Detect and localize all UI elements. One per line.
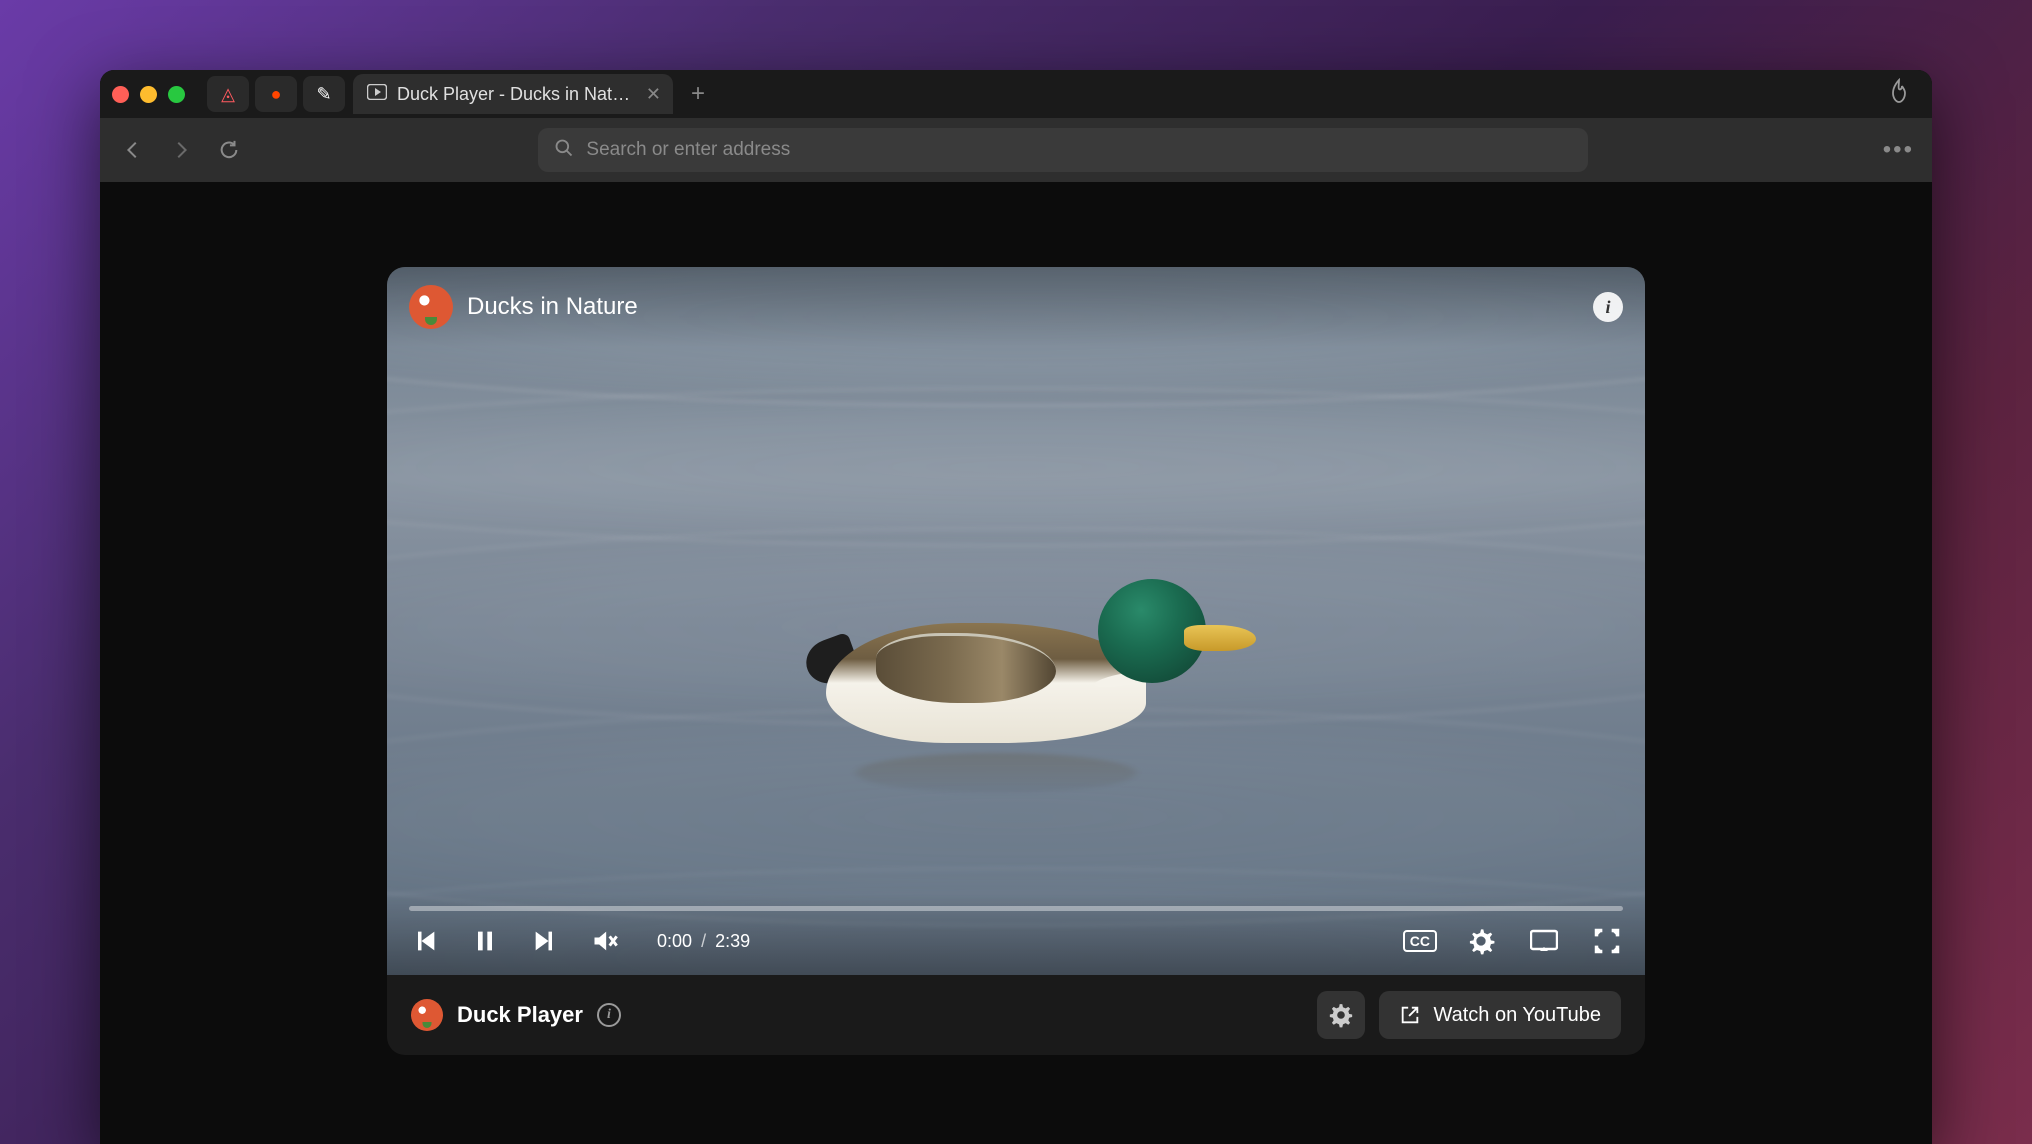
external-link-icon (1399, 1004, 1421, 1026)
play-rect-icon (367, 84, 387, 105)
video-channel[interactable]: Ducks in Nature (409, 285, 638, 329)
player-settings-button[interactable] (1317, 991, 1365, 1039)
traffic-lights (112, 86, 185, 103)
tab-title: Duck Player - Ducks in Nature (397, 84, 636, 105)
water-ripple (387, 387, 1645, 547)
channel-avatar (409, 285, 453, 329)
player-bar: Duck Player i Watch on YouTube (387, 975, 1645, 1055)
mute-button[interactable] (589, 925, 621, 957)
next-button[interactable] (529, 925, 561, 957)
captions-button[interactable]: CC (1403, 930, 1437, 952)
browser-window: ◬ ● ✎ Duck Player - Ducks in Nature ✕ + (100, 70, 1932, 1144)
duckduckgo-logo-icon (411, 999, 443, 1031)
pinned-tab-airbnb[interactable]: ◬ (207, 76, 249, 112)
duck-player: Ducks in Nature i (387, 267, 1645, 1055)
tab-bar: ◬ ● ✎ Duck Player - Ducks in Nature ✕ + (100, 70, 1932, 118)
tab-close-button[interactable]: ✕ (646, 84, 661, 105)
new-tab-button[interactable]: + (683, 79, 713, 109)
back-button[interactable] (118, 135, 148, 165)
fire-button[interactable] (1888, 78, 1910, 111)
pinned-tab-notes[interactable]: ✎ (303, 76, 345, 112)
video-settings-button[interactable] (1465, 925, 1497, 957)
airbnb-icon: ◬ (221, 84, 235, 105)
time-separator: / (701, 931, 706, 951)
address-bar[interactable] (538, 128, 1588, 172)
duration: 2:39 (715, 931, 750, 951)
player-info-button[interactable]: i (597, 1003, 621, 1027)
video-area[interactable]: Ducks in Nature i (387, 267, 1645, 975)
video-controls: 0:00 / 2:39 CC (387, 894, 1645, 975)
pinned-tabs: ◬ ● ✎ (207, 76, 345, 112)
watch-on-youtube-label: Watch on YouTube (1433, 1004, 1601, 1027)
window-close-button[interactable] (112, 86, 129, 103)
window-maximize-button[interactable] (168, 86, 185, 103)
video-header: Ducks in Nature i (387, 267, 1645, 347)
reload-button[interactable] (214, 135, 244, 165)
address-input[interactable] (586, 139, 1572, 161)
toolbar: ••• (100, 118, 1932, 182)
page-content: Ducks in Nature i (100, 182, 1932, 1144)
seek-bar[interactable] (409, 906, 1623, 911)
cast-button[interactable] (1525, 925, 1563, 957)
video-title: Ducks in Nature (467, 293, 638, 321)
player-app-name: Duck Player (457, 1002, 583, 1028)
window-minimize-button[interactable] (140, 86, 157, 103)
notes-icon: ✎ (316, 84, 331, 105)
pinned-tab-reddit[interactable]: ● (255, 76, 297, 112)
time-display: 0:00 / 2:39 (657, 931, 750, 952)
watch-on-youtube-button[interactable]: Watch on YouTube (1379, 991, 1621, 1039)
active-tab[interactable]: Duck Player - Ducks in Nature ✕ (353, 74, 673, 114)
fullscreen-button[interactable] (1591, 925, 1623, 957)
pause-button[interactable] (469, 925, 501, 957)
previous-button[interactable] (409, 925, 441, 957)
video-info-button[interactable]: i (1593, 292, 1623, 322)
current-time: 0:00 (657, 931, 692, 951)
reddit-icon: ● (271, 84, 282, 105)
duck-image (796, 543, 1236, 803)
forward-button[interactable] (166, 135, 196, 165)
search-icon (554, 138, 574, 163)
more-menu-button[interactable]: ••• (1883, 136, 1914, 164)
